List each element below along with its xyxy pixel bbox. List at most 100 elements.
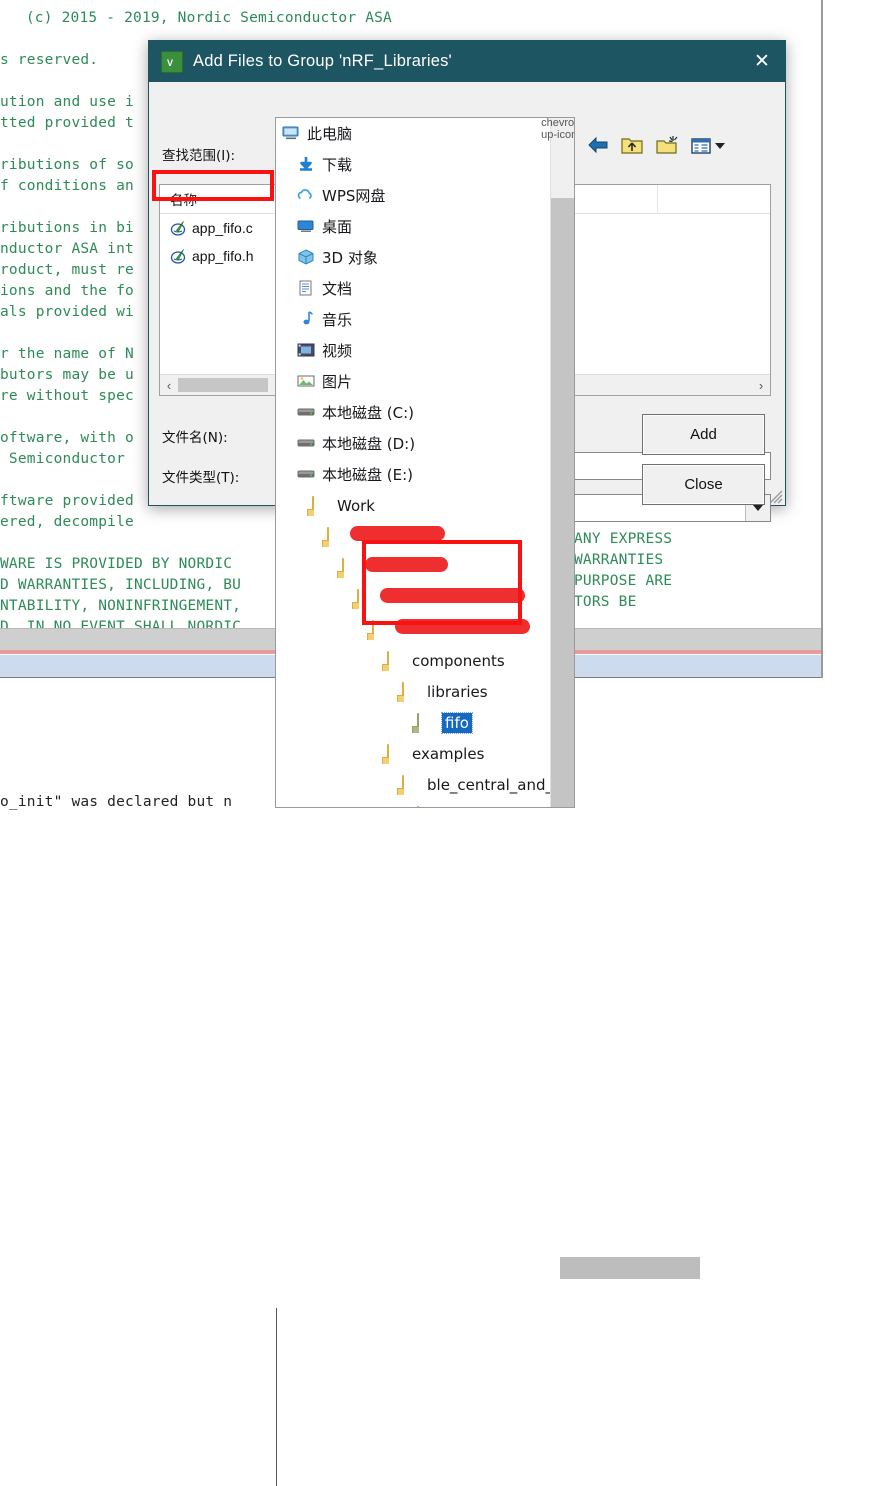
dropdown-item-label: 音乐 [322,311,353,329]
license-line: D WARRANTIES, INCLUDING, BU [0,577,242,593]
dropdown-item[interactable]: 本地磁盘 (E:) [276,459,552,490]
folder-icon [327,526,347,547]
dropdown-item-label: 本地磁盘 (D:) [322,435,416,453]
new-folder-icon[interactable] [656,135,680,157]
drive-icon [297,404,317,422]
file-name-label: 文件名(N): [162,430,228,446]
folder-icon [342,557,362,578]
c-source-file-icon [170,220,187,237]
dropdown-item[interactable]: 3D 对象 [276,242,552,273]
look-in-dropdown-list[interactable]: 此电脑下载 WPS网盘桌面 3D 对象文档音乐视频图片本地磁盘 (C:) 本地磁盘 (… [275,117,575,808]
dropdown-item[interactable]: 此电脑 [276,118,552,149]
folder-icon [402,774,422,795]
license-line: oftware, with o [0,430,134,446]
dropdown-item-label: WPS网盘 [322,187,386,205]
3d-objects-icon [297,248,317,267]
dropdown-item-label: 视频 [322,342,353,360]
dropdown-item-label: 3D 对象 [322,249,378,267]
editor-hscrollbar-thumb[interactable] [560,1257,700,1279]
license-line: ution and use i [0,94,134,110]
folder-open-icon [417,712,437,733]
highlight-fifo-path [362,540,522,625]
dropdown-item[interactable]: fifo [276,707,552,738]
license-line: s reserved. [0,52,99,68]
license-line: butors may be u [0,367,134,383]
desktop-icon [297,218,317,236]
dialog-toolbar [586,130,725,162]
dropdown-item-label: Work [337,496,375,515]
dropdown-item[interactable]: experimental [276,800,552,807]
dropdown-item-label: 图片 [322,373,353,391]
editor-right-gutter [823,0,889,678]
chevron-down-icon[interactable] [715,143,725,149]
license-line: TORS BE [574,594,637,610]
license-line: r the name of N [0,346,134,362]
license-line: ributions of so [0,157,134,173]
dropdown-item[interactable]: components [276,645,552,676]
build-output-divider [276,1308,277,1486]
folder-icon [387,650,407,671]
cloud-icon [297,187,317,205]
dropdown-item-label: components [412,651,505,670]
this-pc-icon [282,125,302,143]
dropdown-item[interactable]: WPS网盘 [276,180,552,211]
resize-grip[interactable] [769,490,783,504]
close-icon[interactable]: ✕ [739,41,785,82]
dropdown-items: 此电脑下载 WPS网盘桌面 3D 对象文档音乐视频图片本地磁盘 (C:) 本地磁盘 (… [276,118,574,807]
up-folder-icon[interactable] [621,135,645,157]
music-icon [297,310,317,329]
back-icon[interactable] [586,135,610,157]
documents-icon [297,280,317,298]
dropdown-item-label: 本地磁盘 (C:) [322,404,414,422]
license-line: nductor ASA int [0,241,134,257]
dropdown-scrollbar-thumb[interactable] [551,198,574,807]
scroll-left-icon[interactable]: ‹ [160,379,178,392]
downloads-icon [297,156,317,174]
redaction-mark [350,526,445,541]
drive-icon [297,435,317,453]
dialog-titlebar[interactable]: V Add Files to Group 'nRF_Libraries' ✕ [149,41,785,82]
look-in-label: 查找范围(I): [162,148,236,164]
license-line: als provided wi [0,304,134,320]
dropdown-item[interactable]: 桌面 [276,211,552,242]
pictures-icon [297,373,317,391]
views-icon[interactable] [691,135,725,157]
close-button[interactable]: Close [642,464,765,505]
dropdown-item[interactable]: 音乐 [276,304,552,335]
videos-icon [297,342,317,360]
add-button[interactable]: Add [642,414,765,455]
license-line: ftware provided [0,493,134,509]
dropdown-item-label: 下载 [322,156,353,174]
folder-icon [387,743,407,764]
dropdown-item[interactable]: 本地磁盘 (C:) [276,397,552,428]
dropdown-item[interactable]: 本地磁盘 (D:) [276,428,552,459]
file-name-text: app_fifo.h [192,248,254,264]
file-list-hscrollbar-thumb[interactable] [178,378,268,392]
dropdown-item[interactable]: 文档 [276,273,552,304]
dialog-title: Add Files to Group 'nRF_Libraries' [193,52,452,70]
folder-icon [402,681,422,702]
license-line: NTABILITY, NONINFRINGEMENT, [0,598,242,614]
file-type-label: 文件类型(T): [162,470,240,486]
chevron-up-icon[interactable]: chevron-up-icon [541,118,574,141]
scroll-right-icon[interactable]: › [752,379,770,392]
license-line: (c) 2015 - 2019, Nordic Semiconductor AS… [8,10,392,26]
dropdown-item[interactable]: 下载 [276,149,552,180]
dropdown-item[interactable]: 视频 [276,335,552,366]
dropdown-item-label: 文档 [322,280,353,298]
license-line: WARE IS PROVIDED BY NORDIC [0,556,242,572]
dropdown-item[interactable]: examples [276,738,552,769]
license-line: tted provided t [0,115,134,131]
highlight-app-fifo-c [152,170,274,201]
dropdown-item[interactable]: ble_central_and_per [276,769,574,800]
dropdown-item-label: fifo [441,711,473,734]
dropdown-item[interactable]: libraries [276,676,552,707]
dropdown-item[interactable]: Work [276,490,552,521]
svg-text:V: V [167,58,173,68]
license-line: Semiconductor [0,451,134,467]
dropdown-item[interactable]: 图片 [276,366,552,397]
uvision-logo-icon: V [161,50,183,73]
license-line: WARRANTIES [574,552,664,568]
dropdown-scrollbar[interactable]: chevron-up-icon [541,118,574,807]
dropdown-item-label: libraries [427,682,488,701]
